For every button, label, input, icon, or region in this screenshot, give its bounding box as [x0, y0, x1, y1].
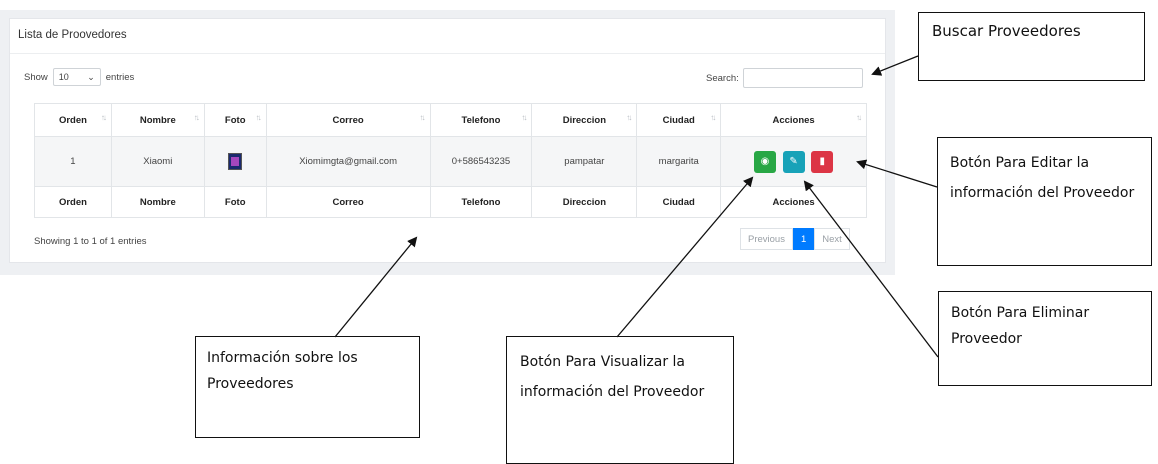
- arrow-to-delete: [803, 180, 939, 358]
- arrow-to-table-info: [334, 236, 418, 338]
- arrow-to-search: [871, 55, 919, 76]
- annotation-arrows: [334, 55, 939, 358]
- arrow-to-edit: [856, 159, 938, 188]
- arrow-to-view: [616, 176, 754, 338]
